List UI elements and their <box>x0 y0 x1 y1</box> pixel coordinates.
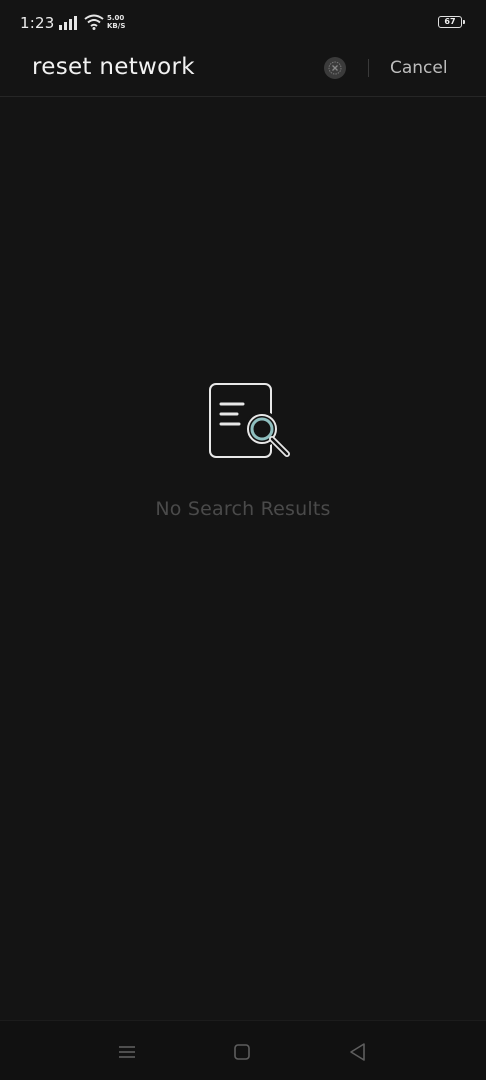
header-separator <box>368 59 369 77</box>
wifi-icon <box>84 14 104 34</box>
clear-icon <box>328 61 342 75</box>
status-time: 1:23 <box>20 14 55 32</box>
back-icon <box>350 1043 365 1061</box>
network-speed-value: 5.00 <box>107 14 125 22</box>
battery-level: 67 <box>444 17 456 26</box>
menu-button[interactable] <box>114 1039 140 1065</box>
document-search-icon <box>205 380 297 466</box>
home-icon <box>234 1044 250 1060</box>
empty-state: No Search Results <box>0 380 486 540</box>
network-speed-unit: KB/S <box>107 22 126 30</box>
search-header: reset network Cancel <box>0 46 486 96</box>
no-results-message: No Search Results <box>155 498 331 520</box>
network-speed: 5.00 KB/S <box>107 14 129 30</box>
battery-icon: 67 <box>438 16 465 28</box>
status-bar: 1:23 5.00 KB/S 67 <box>0 0 486 46</box>
signal-icon <box>59 15 79 34</box>
search-input[interactable]: reset network <box>32 54 195 80</box>
menu-icon <box>119 1046 135 1058</box>
navigation-bar <box>0 1020 486 1080</box>
search-screen: 1:23 5.00 KB/S 67 reset network Cancel N… <box>0 0 486 1080</box>
header-divider <box>0 96 486 97</box>
cancel-button[interactable]: Cancel <box>390 58 448 78</box>
home-button[interactable] <box>229 1039 255 1065</box>
back-button[interactable] <box>345 1039 371 1065</box>
clear-search-button[interactable] <box>324 57 346 79</box>
